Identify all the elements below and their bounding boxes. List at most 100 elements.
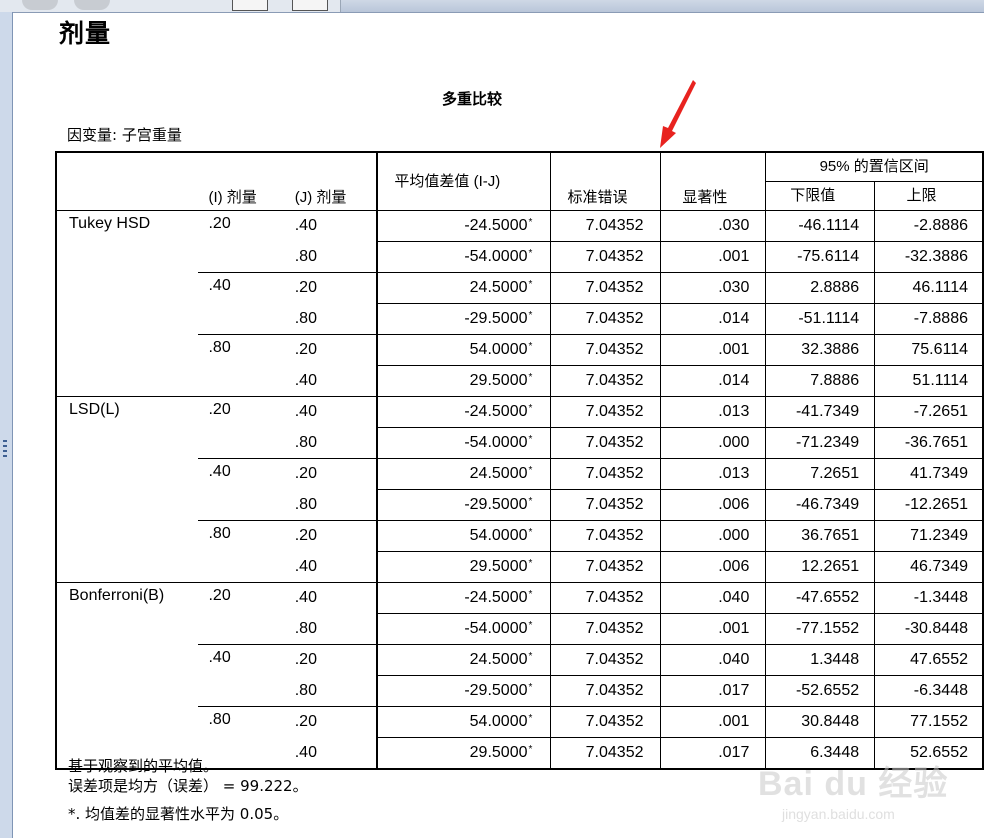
std-error-cell: 7.04352: [550, 241, 660, 273]
significance-cell: .000: [659, 520, 766, 552]
lower-bound-cell: -41.7349: [765, 396, 875, 428]
left-pane-border: [0, 12, 13, 838]
upper-bound-cell: 46.7349: [874, 551, 983, 583]
significance-star-mark: *: [528, 372, 533, 383]
std-error-cell: 7.04352: [550, 737, 660, 770]
j-dose-cell: .80: [284, 675, 378, 707]
baidu-watermark: Bai du 经验 jingyan.baidu.com: [758, 736, 984, 836]
mean-difference-cell: 29.5000*: [376, 365, 551, 397]
lower-bound-cell: -77.1552: [765, 613, 875, 645]
significance-cell: .030: [659, 272, 766, 304]
lower-bound-cell: 36.7651: [765, 520, 875, 552]
significance-star-mark: *: [528, 527, 533, 538]
std-error-cell: 7.04352: [550, 520, 660, 552]
significance-star-mark: *: [528, 496, 533, 507]
j-dose-cell: .20: [294, 713, 317, 731]
header-significance: 显著性: [659, 152, 766, 211]
pane-splitter-handle[interactable]: [3, 440, 7, 460]
std-error-cell: 7.04352: [550, 458, 660, 490]
significance-star-mark: *: [528, 589, 533, 600]
j-dose-cell: .20: [294, 465, 317, 483]
mean-difference-cell: -24.5000*: [376, 210, 551, 242]
significance-cell: .001: [659, 613, 766, 645]
toolbar-button[interactable]: [22, 0, 58, 10]
upper-bound-cell: 51.1114: [874, 365, 983, 397]
significance-star-mark: *: [528, 279, 533, 290]
output-viewer: 剂量 多重比较 因变量: 子宫重量 (I) 剂量 (J) 剂量 平均值差值 (I…: [13, 12, 984, 838]
significance-cell: .014: [659, 303, 766, 335]
mean-difference-cell: 24.5000*: [376, 272, 551, 304]
mean-difference-cell: -29.5000*: [376, 489, 551, 521]
toolbar-button[interactable]: [74, 0, 110, 10]
j-dose-cell: .20: [294, 651, 317, 669]
toolbar-button[interactable]: [292, 0, 328, 11]
mean-difference-cell: 29.5000*: [376, 737, 551, 770]
section-title: 剂量: [59, 19, 112, 48]
significance-cell: .017: [659, 675, 766, 707]
significance-cell: .001: [659, 334, 766, 366]
multiple-comparisons-table[interactable]: (I) 剂量 (J) 剂量 平均值差值 (I-J) 标准错误 显著性 95% 的…: [55, 151, 984, 770]
j-dose-cell: .40: [294, 589, 317, 607]
upper-bound-cell: -1.3448: [874, 582, 983, 614]
significance-star-mark: *: [528, 465, 533, 476]
std-error-cell: 7.04352: [550, 303, 660, 335]
std-error-cell: 7.04352: [550, 644, 660, 676]
mean-difference-cell: 29.5000*: [376, 551, 551, 583]
table-row[interactable]: LSD(L) .20.40 -24.5000* 7.04352.013 -41.7349…: [56, 396, 983, 583]
table-footnotes: 基于观察到的平均值。 误差项是均方（误差） = 99.222。 *. 均值差的显…: [68, 756, 308, 824]
table-row[interactable]: Bonferroni(B) .20.40 -24.5000* 7.04352.040-…: [56, 582, 983, 770]
significance-cell: .017: [659, 737, 766, 770]
footnote-significance-level: *. 均值差的显著性水平为 0.05。: [68, 805, 289, 823]
upper-bound-cell: 46.1114: [874, 272, 983, 304]
toolbar: [0, 0, 341, 12]
significance-cell: .006: [659, 551, 766, 583]
upper-bound-cell: 75.6114: [874, 334, 983, 366]
significance-star-mark: *: [528, 713, 533, 724]
i-dose-cell: .40: [198, 458, 285, 521]
lower-bound-cell: -51.1114: [765, 303, 875, 335]
i-dose-cell: .40: [198, 272, 285, 335]
upper-bound-cell: -2.8886: [874, 210, 983, 242]
upper-bound-cell: -32.3886: [874, 241, 983, 273]
header-i-dose: (I) 剂量: [198, 152, 285, 211]
upper-bound-cell: -36.7651: [874, 427, 983, 459]
significance-star-mark: *: [528, 651, 533, 662]
i-dose-cell: .80: [198, 520, 285, 583]
mean-difference-cell: -54.0000*: [376, 613, 551, 645]
i-dose-cell: .80: [198, 334, 285, 397]
significance-star-mark: *: [528, 341, 533, 352]
std-error-cell: 7.04352: [550, 675, 660, 707]
method-name: LSD(L): [56, 396, 199, 583]
table-row[interactable]: Tukey HSD .20.40 -24.5000* 7.04352.030 -46.1…: [56, 210, 983, 397]
mean-difference-cell: -29.5000*: [376, 675, 551, 707]
significance-star-mark: *: [528, 310, 533, 321]
mean-difference-cell: 54.0000*: [376, 334, 551, 366]
std-error-cell: 7.04352: [550, 396, 660, 428]
significance-star-mark: *: [528, 558, 533, 569]
footnote-error-term: 误差项是均方（误差） = 99.222。: [68, 777, 308, 795]
toolbar-button[interactable]: [232, 0, 268, 11]
significance-cell: .014: [659, 365, 766, 397]
upper-bound-cell: -7.2651: [874, 396, 983, 428]
std-error-cell: 7.04352: [550, 706, 660, 738]
std-error-cell: 7.04352: [550, 272, 660, 304]
footnote-observed-means: 基于观察到的平均值。: [68, 757, 219, 775]
mean-difference-cell: -54.0000*: [376, 427, 551, 459]
mean-difference-cell: -29.5000*: [376, 303, 551, 335]
j-dose-cell: .80: [284, 613, 378, 645]
mean-difference-cell: 24.5000*: [376, 644, 551, 676]
j-dose-cell: .80: [284, 489, 378, 521]
lower-bound-cell: -75.6114: [765, 241, 875, 273]
i-dose-cell: .20: [198, 582, 285, 645]
header-std-error: 标准错误: [550, 152, 660, 211]
j-dose-cell: .20: [294, 279, 317, 297]
lower-bound-cell: 2.8886: [765, 272, 875, 304]
significance-cell: .000: [659, 427, 766, 459]
std-error-cell: 7.04352: [550, 334, 660, 366]
lower-bound-cell: 7.2651: [765, 458, 875, 490]
lower-bound-cell: 30.8448: [765, 706, 875, 738]
j-dose-cell: .80: [284, 427, 378, 459]
upper-bound-cell: -7.8886: [874, 303, 983, 335]
upper-bound-cell: 47.6552: [874, 644, 983, 676]
significance-star-mark: *: [528, 434, 533, 445]
